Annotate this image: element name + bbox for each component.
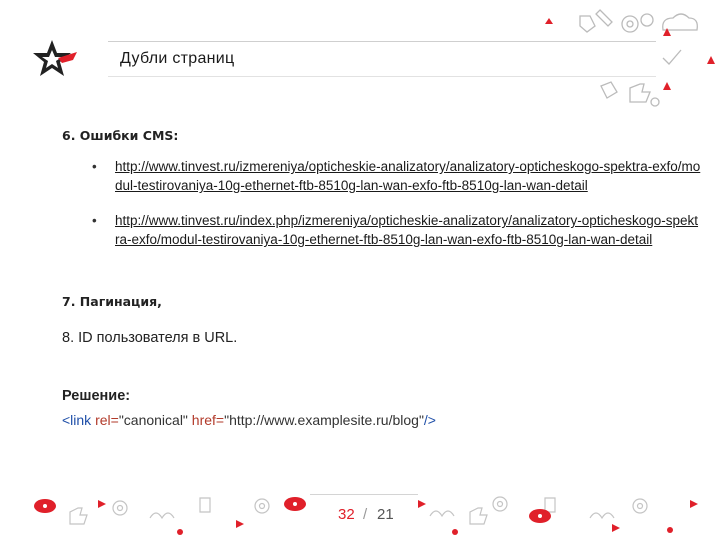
code-href-attr: href= bbox=[191, 412, 225, 428]
bullet: • bbox=[92, 159, 97, 174]
pagination-heading: 7. Пагинация, bbox=[62, 294, 162, 309]
list-item: • http://www.tinvest.ru/index.php/izmere… bbox=[62, 211, 702, 249]
pager-rule bbox=[310, 494, 418, 495]
page-indicator: 32 / 21 bbox=[310, 494, 418, 530]
pencil-icon bbox=[595, 9, 613, 27]
code-tag-open: <link bbox=[62, 412, 92, 428]
gear-icon-bottom bbox=[112, 500, 128, 516]
star-logo-icon bbox=[33, 40, 77, 76]
solution-label: Решение: bbox=[62, 388, 131, 404]
cms-links-list: • http://www.tinvest.ru/izmereniya/optic… bbox=[62, 157, 702, 249]
arrow-icon bbox=[98, 500, 106, 508]
slide: Дубли страниц 6. Ошибки CMS: • http://ww… bbox=[0, 0, 720, 540]
page-separator: / bbox=[363, 506, 368, 523]
slide-title: Дубли страниц bbox=[120, 50, 235, 67]
duplicate-url-link-2[interactable]: http://www.tinvest.ru/index.php/izmereni… bbox=[115, 213, 698, 247]
decorative-doodles-top bbox=[545, 9, 715, 107]
thumbs-up-icon-bottom bbox=[69, 507, 88, 525]
cloud-icon bbox=[662, 13, 698, 31]
code-rel-attr: rel= bbox=[95, 412, 119, 428]
gear-icon-2 bbox=[640, 13, 654, 27]
total-pages: 21 bbox=[377, 506, 394, 523]
thumbs-up-icon bbox=[629, 83, 651, 103]
bird-icon bbox=[149, 512, 175, 520]
current-page-number: 32 bbox=[338, 506, 355, 523]
code-href-value: "http://www.examplesite.ru/blog" bbox=[224, 412, 424, 428]
duplicate-url-link-1[interactable]: http://www.tinvest.ru/izmereniya/optiche… bbox=[115, 159, 700, 193]
code-rel-value: "canonical" bbox=[118, 412, 188, 428]
cms-errors-heading: 6. Ошибки CMS: bbox=[62, 128, 179, 143]
canonical-code-snippet: <link rel="canonical" href="http://www.e… bbox=[62, 412, 436, 428]
arrow-up-icon bbox=[545, 18, 553, 24]
check-icon bbox=[662, 49, 682, 65]
bullet: • bbox=[92, 213, 97, 228]
slide-content: 6. Ошибки CMS: • http://www.tinvest.ru/i… bbox=[62, 128, 702, 265]
user-id-item: 8. ID пользователя в URL. bbox=[62, 330, 238, 346]
code-tag-close: /> bbox=[423, 412, 436, 428]
list-item: • http://www.tinvest.ru/izmereniya/optic… bbox=[62, 157, 702, 195]
gear-icon bbox=[621, 15, 639, 33]
hand-icon bbox=[579, 15, 596, 33]
